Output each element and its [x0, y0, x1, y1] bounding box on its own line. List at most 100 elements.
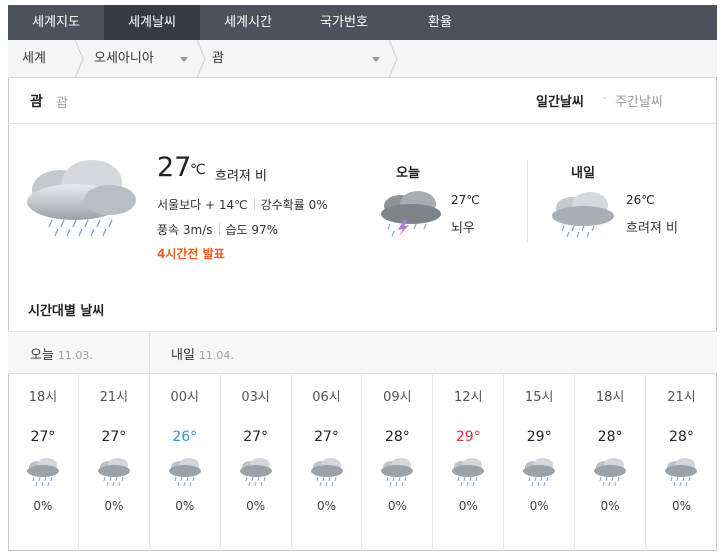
hourly-temperature: 29°	[526, 429, 552, 445]
hourly-temperature: 29°	[455, 429, 481, 445]
hourly-title: 시간대별 날씨	[28, 304, 105, 319]
breadcrumb-world[interactable]: 세계	[22, 40, 46, 78]
cloud-rain-icon	[521, 456, 557, 490]
hourly-rain-probability: 0%	[529, 499, 549, 513]
hourly-column: 00시 26° 0%	[150, 374, 221, 551]
hourly-time: 21시	[667, 390, 696, 405]
hourly-column: 09시 28° 0%	[362, 374, 434, 551]
compare-seoul: 서울보다 + 14℃	[157, 198, 248, 212]
hourly-column: 15시 29° 0%	[504, 374, 576, 551]
hourly-column: 18시 28° 0%	[575, 374, 647, 551]
chevron-right-icon	[196, 40, 206, 78]
cloud-rain-icon	[450, 456, 486, 490]
hourly-temperature: 27°	[243, 429, 269, 445]
breadcrumb: 세계 오세아니아 괌	[8, 40, 717, 78]
hourly-time: 00시	[170, 390, 199, 405]
date-today: 오늘 11.03.	[30, 344, 93, 363]
hourly-temperature: 27°	[30, 429, 56, 445]
announce-time: 4시간전 발표	[157, 247, 225, 261]
hourly-column: 12시 29° 0%	[433, 374, 505, 551]
humidity: 습도 97%	[225, 223, 279, 237]
tomorrow-temperature: 26℃	[626, 193, 655, 207]
hourly-time: 03시	[241, 390, 270, 405]
cloud-rain-icon	[238, 456, 274, 490]
today-temperature: 27℃	[451, 193, 480, 207]
tomorrow-title: 내일	[571, 166, 595, 181]
hourly-temperature: 27°	[101, 429, 127, 445]
wind-speed: 풍속 3m/s	[157, 223, 213, 237]
today-title: 오늘	[396, 166, 420, 181]
hourly-temperature: 28°	[384, 429, 410, 445]
current-condition: 흐려져 비	[215, 169, 267, 184]
hourly-time: 18시	[595, 390, 625, 405]
hourly-column: 21시 27° 0%	[79, 374, 150, 551]
hourly-temperature: 28°	[597, 429, 623, 445]
date-divider	[149, 332, 150, 373]
top-tab-bar: 세계지도 세계날씨 세계시간 국가번호 환율	[8, 5, 717, 40]
cloud-rain-icon	[96, 456, 132, 490]
hourly-grid: 18시 27° 0% 21시 27° 0% 00시 26° 0% 03시 27° 0% 06시 27° 0%…	[8, 374, 717, 551]
hourly-column: 21시 28° 0%	[646, 374, 717, 551]
forecast-divider	[527, 160, 528, 242]
hourly-rain-probability: 0%	[671, 499, 691, 513]
cloud-rain-icon	[309, 456, 345, 490]
tab-country-code[interactable]: 국가번호	[296, 5, 392, 40]
breadcrumb-city[interactable]: 괌	[212, 40, 224, 78]
hourly-date-row: 오늘 11.03. 내일 11.04.	[8, 331, 717, 374]
date-today-label: 오늘	[30, 348, 54, 363]
hourly-time: 12시	[454, 390, 483, 405]
current-temperature: 27	[157, 152, 192, 183]
weekly-weather-link[interactable]: 주간날씨	[615, 91, 663, 110]
hourly-column: 06시 27° 0%	[292, 374, 363, 551]
location-header: 괌 괌 일간날씨 · 주간날씨	[8, 78, 717, 124]
hourly-temperature: 26°	[172, 429, 198, 445]
hourly-time: 06시	[312, 390, 341, 405]
breadcrumb-region[interactable]: 오세아니아	[94, 40, 154, 78]
view-separator: ·	[603, 91, 607, 105]
hourly-rain-probability: 0%	[246, 499, 266, 513]
date-tomorrow-value: 11.04.	[198, 349, 234, 362]
hourly-column: 03시 27° 0%	[221, 374, 292, 551]
hourly-rain-probability: 0%	[458, 499, 478, 513]
hourly-time: 09시	[383, 390, 412, 405]
daily-weather-link[interactable]: 일간날씨	[536, 91, 584, 110]
hourly-temperature: 28°	[669, 429, 694, 445]
date-tomorrow: 내일 11.04.	[171, 344, 234, 363]
temperature-unit: ℃	[190, 162, 206, 178]
hourly-time: 21시	[99, 390, 129, 405]
hourly-rain-probability: 0%	[316, 499, 337, 513]
hourly-rain-probability: 0%	[33, 499, 53, 513]
date-today-value: 11.03.	[57, 349, 93, 362]
hourly-time: 18시	[28, 390, 58, 405]
divider	[218, 223, 220, 235]
tab-world-time[interactable]: 세계시간	[200, 5, 296, 40]
chevron-down-icon[interactable]	[180, 57, 188, 62]
cloud-rain-icon	[25, 456, 61, 490]
tab-world-weather[interactable]: 세계날씨	[104, 5, 200, 40]
location-title: 괌	[30, 94, 43, 110]
cloud-rain-icon	[552, 192, 614, 238]
location-subtitle: 괌	[56, 96, 68, 111]
cloud-rain-icon	[167, 456, 203, 490]
date-tomorrow-label: 내일	[171, 348, 195, 363]
hourly-rain-probability: 0%	[175, 499, 195, 513]
current-details-row-2: 풍속 3m/s 습도 97%	[157, 221, 278, 238]
hourly-temperature: 27°	[314, 429, 339, 445]
chevron-down-icon[interactable]	[372, 57, 380, 62]
rain-probability: 강수확률 0%	[260, 198, 328, 212]
tab-world-map[interactable]: 세계지도	[8, 5, 104, 40]
hourly-time: 15시	[524, 390, 554, 405]
divider	[253, 198, 255, 210]
thunderstorm-icon	[381, 191, 441, 236]
tab-exchange-rate[interactable]: 환율	[392, 5, 488, 40]
hourly-column: 18시 27° 0%	[8, 374, 79, 551]
today-condition: 뇌우	[451, 221, 475, 236]
cloud-rain-icon	[27, 160, 136, 237]
hourly-rain-probability: 0%	[600, 499, 620, 513]
cloud-rain-icon	[592, 456, 628, 490]
cloud-rain-icon	[379, 456, 415, 490]
current-details-row-1: 서울보다 + 14℃ 강수확률 0%	[157, 196, 328, 213]
tomorrow-condition: 흐려져 비	[626, 221, 678, 236]
hourly-rain-probability: 0%	[387, 499, 407, 513]
cloud-rain-icon	[663, 456, 699, 490]
